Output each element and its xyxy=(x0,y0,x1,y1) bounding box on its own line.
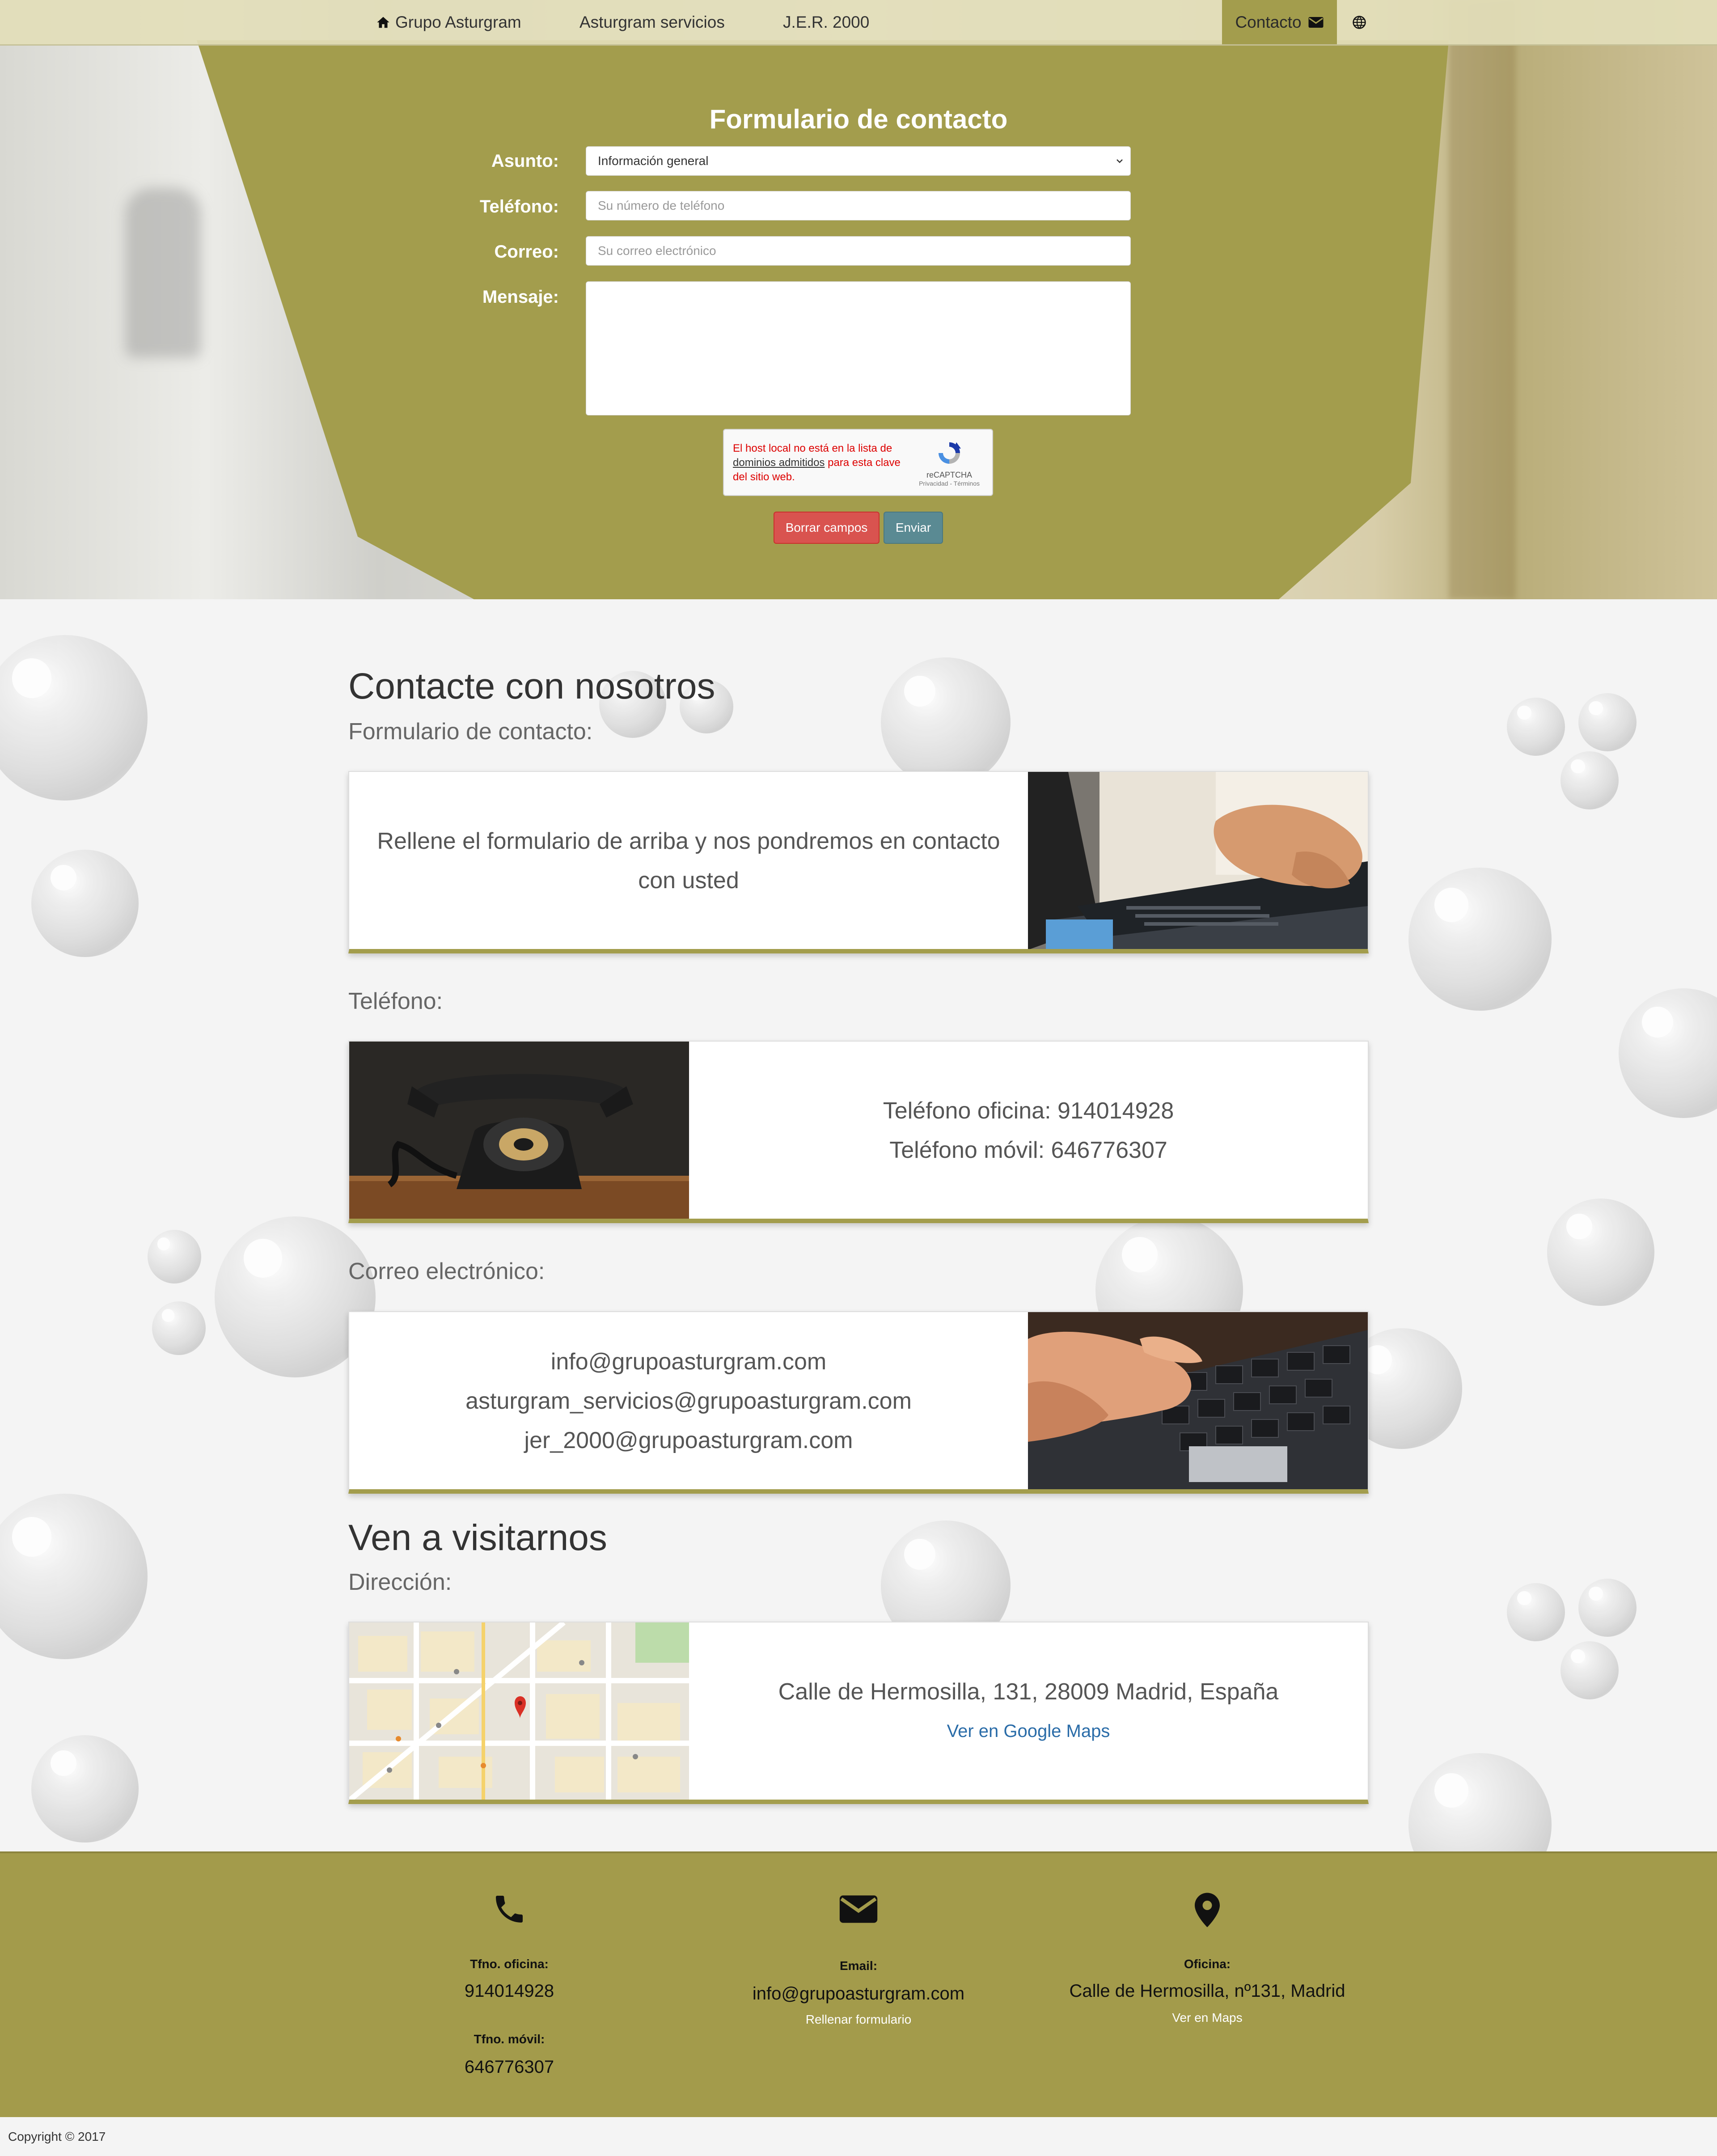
bubble-decoration xyxy=(0,1494,148,1659)
phone-input[interactable]: Su número de teléfono xyxy=(586,191,1131,220)
recaptcha-icon xyxy=(939,442,961,464)
email-input[interactable]: Su correo electrónico xyxy=(586,236,1131,266)
nav-item-asturgram-servicios[interactable]: Asturgram servicios xyxy=(579,0,725,44)
email-card-text: info@grupoasturgram.com asturgram_servic… xyxy=(349,1312,1028,1489)
address-subheading: Dirección: xyxy=(348,1569,452,1595)
footer-office-phone-value: 914014928 xyxy=(464,1981,554,2001)
email-label: Correo: xyxy=(494,242,559,262)
bubble-decoration xyxy=(1561,1641,1619,1699)
chevron-down-icon xyxy=(1116,159,1123,163)
footer-office-icon-wrap xyxy=(1028,1891,1386,1929)
bubble-decoration xyxy=(1408,1753,1552,1851)
bubble-decoration xyxy=(1507,1583,1565,1641)
email-address: jer_2000@grupoasturgram.com xyxy=(524,1427,853,1453)
recaptcha-error: El host local no está en la lista de dom… xyxy=(733,441,903,484)
email-subheading: Correo electrónico: xyxy=(348,1258,545,1284)
bubble-decoration xyxy=(152,1301,206,1355)
bubble-decoration xyxy=(31,1735,139,1843)
bubble-decoration xyxy=(148,1230,201,1283)
recaptcha-logo: reCAPTCHA Privacidad - Términos xyxy=(919,439,980,487)
recaptcha-domains-link[interactable]: dominios admitidos xyxy=(733,457,825,469)
form-subheading: Formulario de contacto: xyxy=(348,719,593,745)
globe-icon xyxy=(1353,15,1366,29)
message-label: Mensaje: xyxy=(482,287,559,307)
footer-fill-form-link[interactable]: Rellenar formulario xyxy=(680,2012,1037,2027)
mail-icon xyxy=(1308,17,1324,28)
copyright: Copyright © 2017 xyxy=(0,2117,1717,2156)
recaptcha-brand: reCAPTCHA xyxy=(926,470,973,479)
form-info-text-line: con usted xyxy=(638,868,739,894)
form-info-card-text: Rellene el formulario de arriba y nos po… xyxy=(349,772,1028,949)
nav-item-label: Grupo Asturgram xyxy=(395,13,521,31)
mail-icon xyxy=(839,1895,878,1923)
rotary-phone-image xyxy=(349,1042,689,1219)
message-textarea[interactable] xyxy=(586,281,1131,415)
footer-email-value[interactable]: info@grupoasturgram.com xyxy=(680,1984,1037,2004)
keyboard-typing-image xyxy=(1028,1312,1368,1489)
form-info-card: Rellene el formulario de arriba y nos po… xyxy=(348,771,1369,953)
form-info-text-line: Rellene el formulario de arriba y nos po… xyxy=(377,828,1000,854)
bubble-decoration xyxy=(31,850,139,957)
home-icon xyxy=(377,17,389,28)
email-address: info@grupoasturgram.com xyxy=(550,1349,827,1375)
visit-heading: Ven a visitarnos xyxy=(348,1517,607,1558)
phone-subheading: Teléfono: xyxy=(348,988,443,1014)
phone-icon xyxy=(496,1896,523,1923)
laptop-typing-image xyxy=(1028,772,1368,949)
email-card: info@grupoasturgram.com asturgram_servic… xyxy=(348,1311,1369,1494)
top-navbar: Grupo Asturgram Asturgram servicios J.E.… xyxy=(0,0,1717,46)
bubble-decoration xyxy=(0,635,148,801)
bubble-decoration xyxy=(1547,1199,1654,1306)
footer-office-phone-label: Tfno. oficina: xyxy=(470,1957,549,1971)
email-address: asturgram_servicios@grupoasturgram.com xyxy=(465,1388,912,1414)
subject-select[interactable]: Información general xyxy=(586,146,1131,176)
footer-email-label: Email: xyxy=(839,1959,878,1973)
subject-select-value: Información general xyxy=(598,154,709,168)
map-thumbnail[interactable] xyxy=(349,1622,689,1800)
footer-phone-icon-wrap xyxy=(330,1891,688,1927)
footer: Tfno. oficina: 914014928 Tfno. móvil: 64… xyxy=(0,1851,1717,2119)
recaptcha-links[interactable]: Privacidad - Términos xyxy=(919,480,980,487)
phone-mobile-text: Teléfono móvil: 646776307 xyxy=(889,1137,1167,1163)
nav-item-label: J.E.R. 2000 xyxy=(783,13,870,31)
subject-label: Asunto: xyxy=(491,151,559,171)
language-button[interactable] xyxy=(1337,0,1382,44)
phone-office-text: Teléfono oficina: 914014928 xyxy=(883,1098,1174,1124)
contact-heading: Contacte con nosotros xyxy=(348,666,715,707)
recaptcha-widget[interactable]: El host local no está en la lista de dom… xyxy=(723,429,993,496)
location-pin-icon xyxy=(1195,1893,1220,1927)
bubble-decoration xyxy=(1561,751,1619,809)
google-maps-link[interactable]: Ver en Google Maps xyxy=(947,1711,1110,1751)
nav-item-grupo-asturgram[interactable]: Grupo Asturgram xyxy=(376,0,521,44)
footer-mobile-phone-label: Tfno. móvil: xyxy=(474,2032,545,2046)
nav-item-jer-2000[interactable]: J.E.R. 2000 xyxy=(783,0,869,44)
address-card: Calle de Hermosilla, 131, 28009 Madrid, … xyxy=(348,1622,1369,1804)
bubble-decoration xyxy=(1619,988,1717,1118)
footer-mobile-phone-value: 646776307 xyxy=(464,2057,554,2077)
nav-item-label: Contacto xyxy=(1235,13,1302,31)
send-button[interactable]: Enviar xyxy=(884,512,943,544)
phone-card: Teléfono oficina: 914014928 Teléfono móv… xyxy=(348,1041,1369,1223)
bubble-decoration xyxy=(1507,698,1565,756)
footer-maps-link[interactable]: Ver en Maps xyxy=(1028,2011,1386,2025)
footer-email-icon-wrap xyxy=(680,1891,1037,1927)
nav-item-contacto[interactable]: Contacto xyxy=(1222,0,1337,44)
address-text: Calle de Hermosilla, 131, 28009 Madrid, … xyxy=(778,1679,1279,1705)
bubble-decoration xyxy=(1578,1579,1637,1637)
address-card-text: Calle de Hermosilla, 131, 28009 Madrid, … xyxy=(689,1622,1368,1800)
form-title: Formulario de contacto xyxy=(709,104,1008,134)
nav-item-label: Asturgram servicios xyxy=(579,13,725,31)
clear-fields-button[interactable]: Borrar campos xyxy=(774,512,880,544)
recaptcha-error-text-1: El host local no está en la lista de xyxy=(733,442,892,454)
phone-card-text: Teléfono oficina: 914014928 Teléfono móv… xyxy=(689,1042,1368,1219)
bubble-decoration xyxy=(1408,868,1552,1011)
footer-office-label: Oficina: xyxy=(1184,1957,1231,1971)
phone-label: Teléfono: xyxy=(479,197,559,216)
hero-section: Formulario de contacto Asunto: Informaci… xyxy=(0,0,1717,599)
footer-office-value: Calle de Hermosilla, nº131, Madrid xyxy=(1069,1981,1345,2001)
bubble-decoration xyxy=(881,657,1011,787)
bubble-decoration xyxy=(1578,693,1637,751)
